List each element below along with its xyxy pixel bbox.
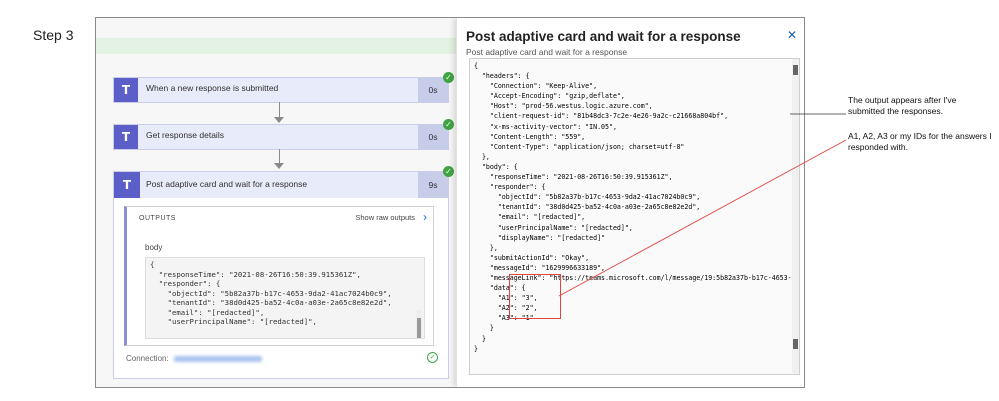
annotation-lines: [558, 113, 847, 297]
annotation-note-ids: A1, A2, A3 or my IDs for the answers I r…: [848, 131, 992, 152]
annotation-line-2: [558, 139, 847, 297]
annotation-note-output: The output appears after I've submitted …: [848, 95, 957, 116]
